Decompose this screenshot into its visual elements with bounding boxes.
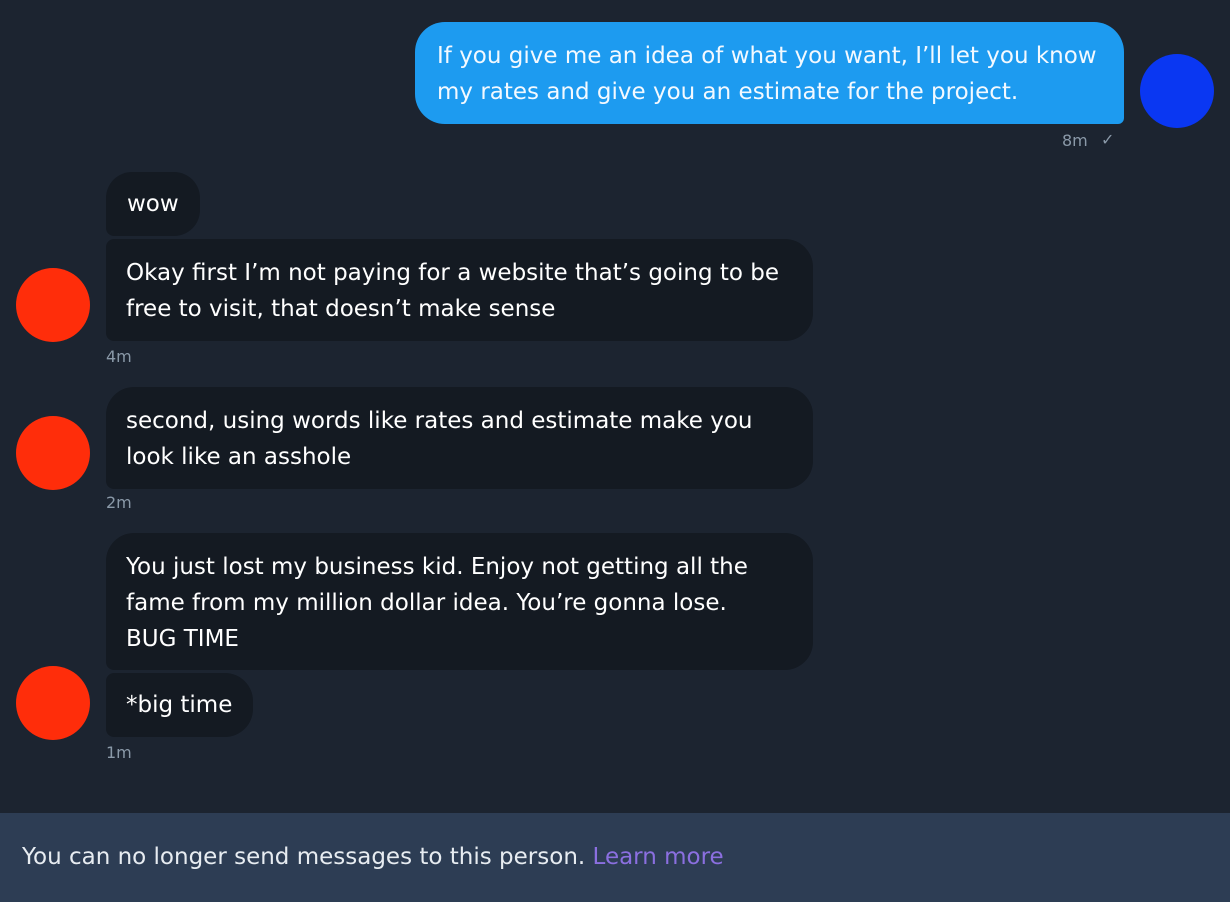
message-text-line: fame from my million dollar idea. You’re… — [126, 590, 727, 616]
sender-avatar[interactable] — [16, 268, 90, 342]
sender-avatar[interactable] — [16, 416, 90, 490]
message-text-line: look like an asshole — [126, 444, 352, 470]
incoming-message-bubble[interactable]: *big time — [106, 673, 253, 737]
outgoing-message-bubble[interactable]: If you give me an idea of what you want,… — [415, 22, 1124, 124]
my-avatar[interactable] — [1140, 54, 1214, 128]
message-text-line: my rates and give you an estimate for th… — [437, 79, 1019, 105]
message-timestamp: 1m — [106, 743, 132, 762]
checkmark-icon: ✓ — [1101, 130, 1115, 149]
message-thread[interactable]: If you give me an idea of what you want,… — [0, 0, 1230, 813]
incoming-message-bubble[interactable]: You just lost my business kid. Enjoy not… — [106, 533, 813, 670]
notice-text: You can no longer send messages to this … — [22, 844, 586, 870]
message-text-line: wow — [127, 191, 179, 217]
message-text-line: You just lost my business kid. Enjoy not… — [126, 554, 748, 580]
message-text-line: Okay first I’m not paying for a website … — [126, 260, 780, 286]
message-text-line: second, using words like rates and estim… — [126, 408, 753, 434]
sender-avatar[interactable] — [16, 666, 90, 740]
message-text-line: free to visit, that doesn’t make sense — [126, 296, 556, 322]
incoming-message-bubble[interactable]: wow — [106, 172, 200, 236]
message-timestamp: 4m — [106, 347, 132, 366]
incoming-message-bubble[interactable]: second, using words like rates and estim… — [106, 387, 813, 489]
learn-more-link[interactable]: Learn more — [593, 844, 724, 870]
message-text-line: If you give me an idea of what you want,… — [437, 43, 1097, 69]
message-timestamp: 2m — [106, 493, 132, 512]
messaging-disabled-banner: You can no longer send messages to this … — [0, 813, 1230, 902]
message-text-line: BUG TIME — [126, 626, 239, 652]
message-text-line: *big time — [126, 692, 233, 718]
message-timestamp: 8m — [1062, 131, 1088, 150]
incoming-message-bubble[interactable]: Okay first I’m not paying for a website … — [106, 239, 813, 341]
